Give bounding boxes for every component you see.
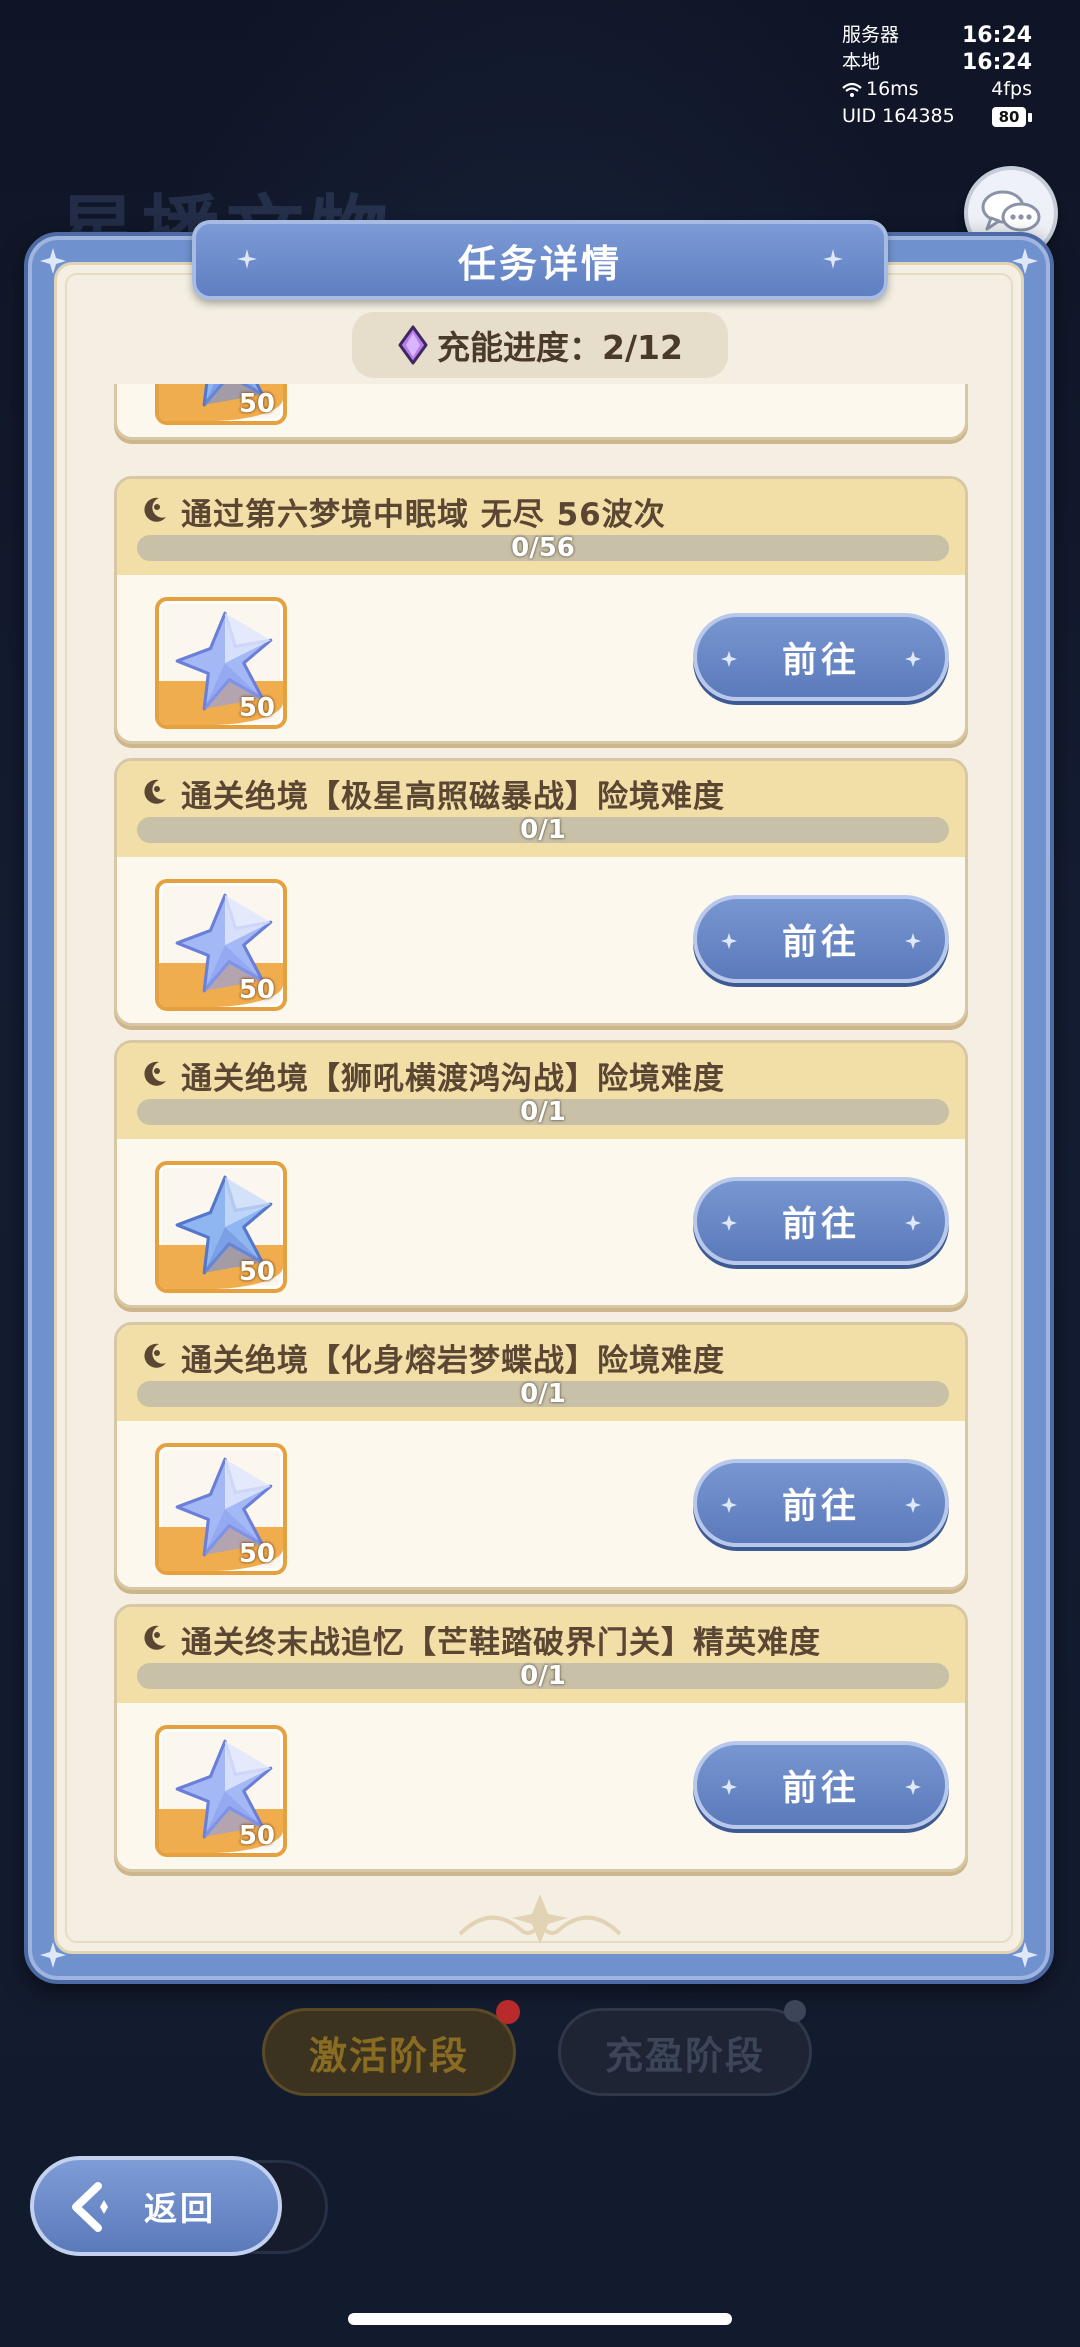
sparkle-icon: [905, 1215, 921, 1231]
task-card: 通过第六梦境中眠域 无尽 56波次 0/56 50 前往: [114, 476, 968, 744]
corner-star-icon: [1010, 246, 1040, 276]
crescent-moon-icon: [144, 1625, 166, 1650]
sparkle-icon: [721, 651, 737, 667]
corner-star-icon: [38, 246, 68, 276]
sparkle-icon: [905, 1779, 921, 1795]
reward-count: 50: [238, 1257, 275, 1287]
battery-icon: 80: [992, 107, 1026, 127]
task-title: 通关终末战追忆【芒鞋踏破界门关】精英难度: [181, 1625, 821, 1661]
corner-star-icon: [38, 1940, 68, 1970]
go-button-label: 前往: [781, 922, 860, 963]
local-time: 16:24: [961, 50, 1032, 75]
sparkle-icon: [721, 1215, 737, 1231]
go-button[interactable]: 前往: [693, 1459, 949, 1547]
fps-value: 4fps: [991, 78, 1032, 100]
fill-stage-label: 充盈阶段: [604, 2033, 765, 2078]
sparkle-icon: [905, 933, 921, 949]
panel-title: 任务详情: [457, 241, 622, 286]
reward-item: 50: [155, 879, 287, 1011]
task-progress-text: 0/1: [520, 1379, 566, 1409]
task-title: 通关绝境【极星高照磁暴战】险境难度: [181, 779, 725, 815]
sparkle-icon: [721, 1497, 737, 1513]
task-progress-text: 0/56: [511, 533, 575, 563]
back-button[interactable]: 返回: [30, 2156, 282, 2256]
panel-title-banner: 任务详情: [192, 220, 888, 300]
charge-progress: 充能进度：2/12: [352, 312, 728, 378]
reward-count: 50: [238, 1821, 275, 1851]
reward-count: 50: [238, 389, 275, 419]
sparkle-icon: [237, 249, 257, 269]
reward-count: 50: [238, 1539, 275, 1569]
sparkle-icon: [905, 1497, 921, 1513]
task-card: 通关绝境【狮吼横渡鸿沟战】险境难度 0/1 50 前往: [114, 1040, 968, 1308]
task-progress-bar: 0/1: [137, 815, 949, 845]
go-button-label: 前往: [781, 1768, 860, 1809]
fill-stage-button[interactable]: 充盈阶段: [558, 2008, 812, 2096]
task-title: 通关绝境【狮吼横渡鸿沟战】险境难度: [181, 1061, 725, 1097]
go-button-label: 前往: [781, 1486, 860, 1527]
go-button[interactable]: 前往: [693, 895, 949, 983]
go-button-label: 前往: [781, 640, 860, 681]
sparkle-icon: [721, 1779, 737, 1795]
back-button-label: 返回: [144, 2189, 216, 2228]
task-card: 50 前往: [114, 384, 968, 440]
go-button-label: 前往: [781, 1204, 860, 1245]
task-progress-text: 0/1: [520, 1661, 566, 1691]
crescent-moon-icon: [144, 779, 166, 804]
sparkle-icon: [721, 933, 737, 949]
task-progress-bar: 0/1: [137, 1661, 949, 1691]
task-progress-bar: 0/56: [137, 533, 949, 563]
sparkle-icon: [823, 249, 843, 269]
task-title: 通过第六梦境中眠域 无尽 56波次: [181, 497, 666, 533]
reward-item: 50: [155, 384, 287, 425]
reward-item: 50: [155, 597, 287, 729]
task-progress-text: 0/1: [520, 815, 566, 845]
uid-label: UID 164385: [842, 105, 955, 127]
purple-gem-icon: [398, 325, 428, 365]
task-card: 通关终末战追忆【芒鞋踏破界门关】精英难度 0/1 50 前往: [114, 1604, 968, 1872]
task-card: 通关绝境【极星高照磁暴战】险境难度 0/1 50 前往: [114, 758, 968, 1026]
activate-stage-button[interactable]: 激活阶段: [262, 2008, 516, 2096]
sparkle-icon: [905, 651, 921, 667]
crescent-moon-icon: [144, 1061, 166, 1086]
wifi-icon: [842, 82, 862, 97]
status-overlay: 服务器 16:24 本地 16:24 16ms 4fps UID 164385 …: [842, 22, 1032, 130]
home-indicator[interactable]: [348, 2313, 732, 2325]
server-label: 服务器: [842, 24, 900, 46]
task-progress-bar: 0/1: [137, 1379, 949, 1409]
panel-bottom-ornament-icon: [458, 1894, 622, 1944]
crescent-moon-icon: [144, 497, 166, 522]
reward-item: 50: [155, 1161, 287, 1293]
notification-dot: [496, 2000, 520, 2024]
reward-count: 50: [238, 693, 275, 723]
reward-item: 50: [155, 1725, 287, 1857]
ping-value: 16ms: [866, 78, 919, 100]
server-time: 16:24: [961, 23, 1032, 48]
reward-count: 50: [238, 975, 275, 1005]
go-button[interactable]: 前往: [693, 1741, 949, 1829]
task-list[interactable]: 50 前往 通过第六梦境中眠域 无尽 56波次 0/56 50 前往: [112, 384, 970, 1884]
activate-stage-label: 激活阶段: [308, 2033, 469, 2078]
corner-star-icon: [1010, 1940, 1040, 1970]
local-label: 本地: [842, 51, 881, 73]
go-button[interactable]: 前往: [693, 613, 949, 701]
lock-icon: [784, 2000, 806, 2022]
task-title: 通关绝境【化身熔岩梦蝶战】险境难度: [181, 1343, 725, 1379]
charge-progress-text: 充能进度：2/12: [437, 328, 683, 367]
task-progress-bar: 0/1: [137, 1097, 949, 1127]
back-arrow-icon: [72, 2182, 108, 2232]
go-button[interactable]: 前往: [693, 1177, 949, 1265]
task-progress-text: 0/1: [520, 1097, 566, 1127]
reward-item: 50: [155, 1443, 287, 1575]
crescent-moon-icon: [144, 1343, 166, 1368]
task-card: 通关绝境【化身熔岩梦蝶战】险境难度 0/1 50 前往: [114, 1322, 968, 1590]
